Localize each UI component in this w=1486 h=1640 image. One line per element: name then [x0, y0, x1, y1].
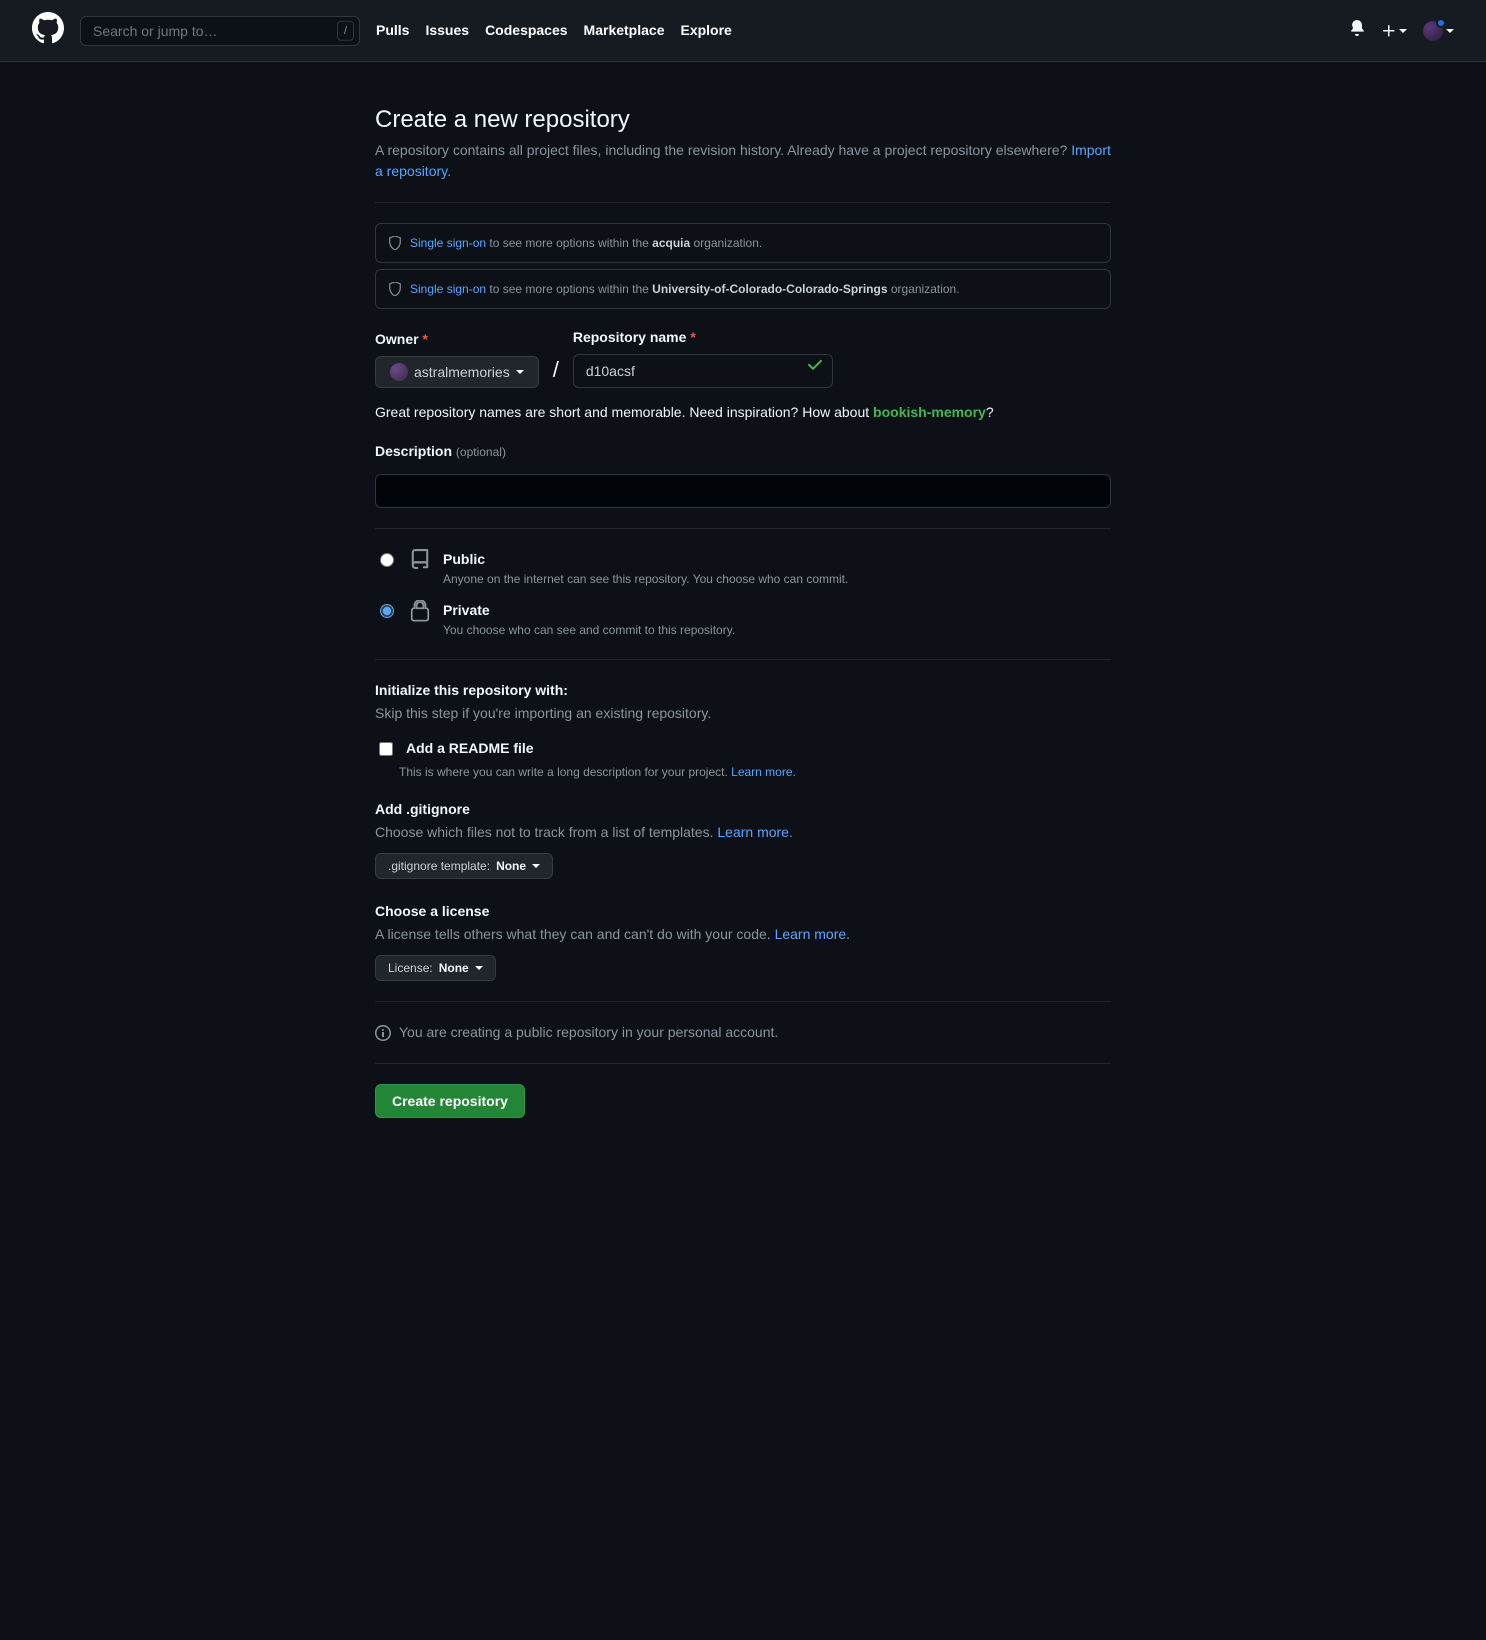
caret-down-icon	[475, 966, 483, 970]
page-title: Create a new repository	[375, 102, 1111, 138]
divider	[375, 1001, 1111, 1002]
owner-select-button[interactable]: astralmemories	[375, 356, 539, 388]
check-icon	[807, 357, 823, 379]
visibility-private-option[interactable]: Private You choose who can see and commi…	[375, 600, 1111, 639]
divider	[375, 202, 1111, 203]
sso-org: acquia	[652, 236, 690, 250]
visibility-private-title: Private	[443, 600, 735, 621]
caret-down-icon	[1399, 29, 1407, 33]
caret-down-icon	[516, 370, 524, 374]
license-learn-more-link[interactable]: Learn more.	[775, 926, 850, 942]
name-hint: Great repository names are short and mem…	[375, 402, 1111, 423]
init-heading: Initialize this repository with:	[375, 680, 1111, 701]
account-notice: You are creating a public repository in …	[375, 1022, 1111, 1043]
sso-link[interactable]: Single sign-on	[410, 282, 486, 296]
sso-org: University-of-Colorado-Colorado-Springs	[652, 282, 887, 296]
shield-icon	[388, 282, 402, 296]
plus-icon	[1381, 23, 1397, 39]
divider	[375, 528, 1111, 529]
caret-down-icon	[532, 864, 540, 868]
slash-separator: /	[547, 353, 565, 386]
status-dot-icon	[1436, 18, 1446, 28]
lead-text: A repository contains all project files,…	[375, 142, 1071, 158]
github-logo[interactable]	[32, 12, 64, 50]
license-select-button[interactable]: License: None	[375, 955, 496, 981]
header-right	[1349, 20, 1454, 42]
gitignore-sub: Choose which files not to track from a l…	[375, 824, 717, 840]
shield-icon	[388, 236, 402, 250]
gitignore-heading: Add .gitignore	[375, 799, 1111, 820]
top-nav: Pulls Issues Codespaces Marketplace Expl…	[376, 20, 732, 41]
readme-label[interactable]: Add a README file	[375, 738, 1111, 759]
global-header: / Pulls Issues Codespaces Marketplace Ex…	[0, 0, 1486, 62]
nav-pulls[interactable]: Pulls	[376, 20, 409, 41]
notifications-button[interactable]	[1349, 20, 1365, 42]
nav-issues[interactable]: Issues	[425, 20, 469, 41]
owner-repo-row: Owner * astralmemories / Repository name…	[375, 327, 1111, 388]
description-input[interactable]	[375, 474, 1111, 508]
owner-avatar-icon	[390, 363, 408, 381]
description-field: Description (optional)	[375, 441, 1111, 508]
visibility-private-radio[interactable]	[380, 604, 394, 618]
init-subheading: Skip this step if you're importing an ex…	[375, 703, 1111, 724]
sso-link[interactable]: Single sign-on	[410, 236, 486, 250]
info-icon	[375, 1025, 391, 1041]
visibility-public-desc: Anyone on the internet can see this repo…	[443, 570, 848, 588]
visibility-public-option[interactable]: Public Anyone on the internet can see th…	[375, 549, 1111, 588]
page-subtitle: A repository contains all project files,…	[375, 140, 1111, 182]
notice-text: You are creating a public repository in …	[399, 1022, 778, 1043]
license-heading: Choose a license	[375, 901, 1111, 922]
nav-codespaces[interactable]: Codespaces	[485, 20, 567, 41]
readme-learn-more-link[interactable]: Learn more.	[731, 765, 796, 779]
bell-icon	[1349, 20, 1365, 36]
create-repository-button[interactable]: Create repository	[375, 1084, 525, 1118]
license-sub: A license tells others what they can and…	[375, 926, 775, 942]
description-label: Description (optional)	[375, 441, 1111, 462]
github-mark-icon	[32, 12, 64, 44]
search-wrap: /	[80, 16, 360, 46]
repo-name-field: Repository name *	[573, 327, 833, 388]
nav-explore[interactable]: Explore	[680, 20, 731, 41]
sso-notice: Single sign-on to see more options withi…	[375, 223, 1111, 263]
readme-desc: This is where you can write a long descr…	[399, 765, 731, 779]
sso-notice: Single sign-on to see more options withi…	[375, 269, 1111, 309]
owner-label: Owner *	[375, 329, 539, 350]
create-new-menu[interactable]	[1381, 23, 1407, 39]
visibility-public-radio[interactable]	[380, 553, 394, 567]
gitignore-learn-more-link[interactable]: Learn more.	[717, 824, 792, 840]
nav-marketplace[interactable]: Marketplace	[584, 20, 665, 41]
license-section: Choose a license A license tells others …	[375, 901, 1111, 981]
caret-down-icon	[1446, 29, 1454, 33]
divider	[375, 1063, 1111, 1064]
repo-icon	[409, 549, 431, 577]
search-kbd-icon: /	[337, 20, 354, 41]
avatar	[1423, 21, 1443, 41]
divider	[375, 659, 1111, 660]
readme-option: Add a README file This is where you can …	[375, 738, 1111, 781]
repo-name-label: Repository name *	[573, 327, 833, 348]
gitignore-template-button[interactable]: .gitignore template: None	[375, 853, 553, 879]
visibility-public-title: Public	[443, 549, 848, 570]
main-content: Create a new repository A repository con…	[359, 62, 1127, 1178]
gitignore-section: Add .gitignore Choose which files not to…	[375, 799, 1111, 879]
search-input[interactable]	[80, 16, 360, 46]
name-suggestion[interactable]: bookish-memory	[873, 404, 986, 420]
readme-checkbox[interactable]	[379, 742, 393, 756]
owner-field: Owner * astralmemories	[375, 329, 539, 388]
visibility-private-desc: You choose who can see and commit to thi…	[443, 621, 735, 639]
owner-value: astralmemories	[414, 364, 510, 380]
user-menu[interactable]	[1423, 21, 1454, 41]
lock-icon	[409, 600, 431, 628]
repo-name-input[interactable]	[573, 354, 833, 388]
